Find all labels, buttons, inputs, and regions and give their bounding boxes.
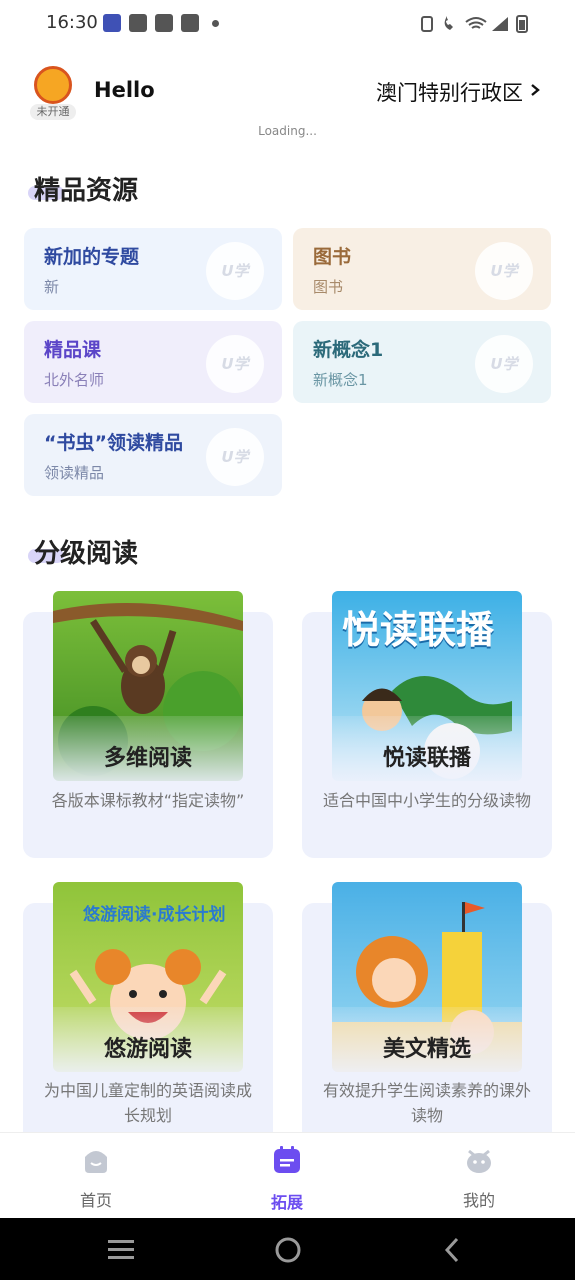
- card-title: “书虫”领读精品: [44, 432, 183, 454]
- more-notifications-icon: [212, 20, 219, 27]
- card-subtitle: 图书: [313, 278, 344, 296]
- membership-badge: 未开通: [30, 104, 76, 120]
- resource-card-bookworm[interactable]: “书虫”领读精品 领读精品 U学: [24, 414, 282, 496]
- card-title: 精品课: [44, 339, 102, 361]
- reading-desc: 有效提升学生阅读素养的课外读物: [322, 1081, 531, 1125]
- status-time: 16:30: [46, 12, 98, 33]
- status-bar: 16:30: [0, 0, 575, 48]
- reading-desc: 适合中国中小学生的分级读物: [322, 791, 531, 810]
- cover-title: 悠游阅读·成长计划: [83, 905, 226, 925]
- avatar[interactable]: 未开通: [30, 66, 76, 120]
- recent-apps-icon[interactable]: [108, 1238, 136, 1260]
- resource-card-new-concept[interactable]: 新概念1 新概念1 U学: [293, 321, 551, 403]
- u-xue-logo-icon: U学: [206, 242, 264, 300]
- card-subtitle: 新: [44, 278, 60, 296]
- loading-indicator: Loading...: [258, 124, 317, 138]
- expand-icon: [274, 1146, 300, 1173]
- bag-notification-icon: [129, 14, 147, 32]
- reading-title: 悦读联播: [382, 746, 471, 771]
- home-button-icon[interactable]: [274, 1236, 302, 1264]
- tab-home[interactable]: 首页: [36, 1133, 156, 1219]
- tab-label: 首页: [79, 1191, 112, 1210]
- u-xue-logo-icon: U学: [206, 428, 264, 486]
- card-subtitle: 北外名师: [44, 371, 105, 389]
- home-icon: [85, 1151, 107, 1173]
- resource-card-course[interactable]: 精品课 北外名师 U学: [24, 321, 282, 403]
- greeting: Hello: [94, 78, 155, 102]
- u-xue-logo-icon: U学: [206, 335, 264, 393]
- app-notification-icon: [103, 14, 121, 32]
- status-icons: [421, 15, 528, 33]
- deer-mascot-icon: [34, 66, 72, 104]
- card-title: 新加的专题: [44, 246, 140, 268]
- tab-label: 我的: [462, 1191, 495, 1210]
- section-title-graded: 分级阅读: [34, 539, 139, 569]
- region-label: 澳门特别行政区: [376, 81, 523, 105]
- section-title-premium: 精品资源: [34, 176, 139, 206]
- header: 未开通 Hello 澳门特别行政区: [0, 58, 575, 128]
- card-subtitle: 领读精品: [44, 464, 105, 482]
- reading-title: 美文精选: [382, 1037, 471, 1062]
- resource-card-topic[interactable]: 新加的专题 新 U学: [24, 228, 282, 310]
- u-xue-logo-icon: U学: [475, 242, 533, 300]
- wifi-icon: [465, 17, 487, 29]
- card-title: 新概念1: [313, 339, 384, 361]
- card-title: 图书: [313, 246, 352, 268]
- reading-title: 多维阅读: [103, 746, 192, 771]
- tab-profile[interactable]: 我的: [419, 1133, 539, 1219]
- chevron-right-icon: [531, 84, 540, 96]
- reading-desc: 为中国儿童定制的英语阅读成长规划: [43, 1081, 252, 1125]
- profile-icon: [467, 1149, 491, 1173]
- bag-notification-icon: [155, 14, 173, 32]
- tab-label: 拓展: [270, 1193, 303, 1212]
- card-subtitle: 新概念1: [313, 371, 368, 389]
- signal-icon: [492, 17, 508, 31]
- system-nav-bar: [0, 1218, 575, 1280]
- reading-desc: 各版本课标教材“指定读物”: [51, 791, 245, 810]
- bottom-nav: 首页 拓展 我的: [0, 1132, 575, 1218]
- reading-title: 悠游阅读: [103, 1037, 192, 1062]
- resource-card-books[interactable]: 图书 图书 U学: [293, 228, 551, 310]
- call-icon: [444, 16, 453, 30]
- bag-notification-icon: [181, 14, 199, 32]
- vibrate-icon: [421, 16, 433, 32]
- tab-expand[interactable]: 拓展: [227, 1133, 347, 1219]
- u-xue-logo-icon: U学: [475, 335, 533, 393]
- back-icon[interactable]: [442, 1236, 462, 1264]
- cover-title: 悦读联播: [342, 608, 495, 652]
